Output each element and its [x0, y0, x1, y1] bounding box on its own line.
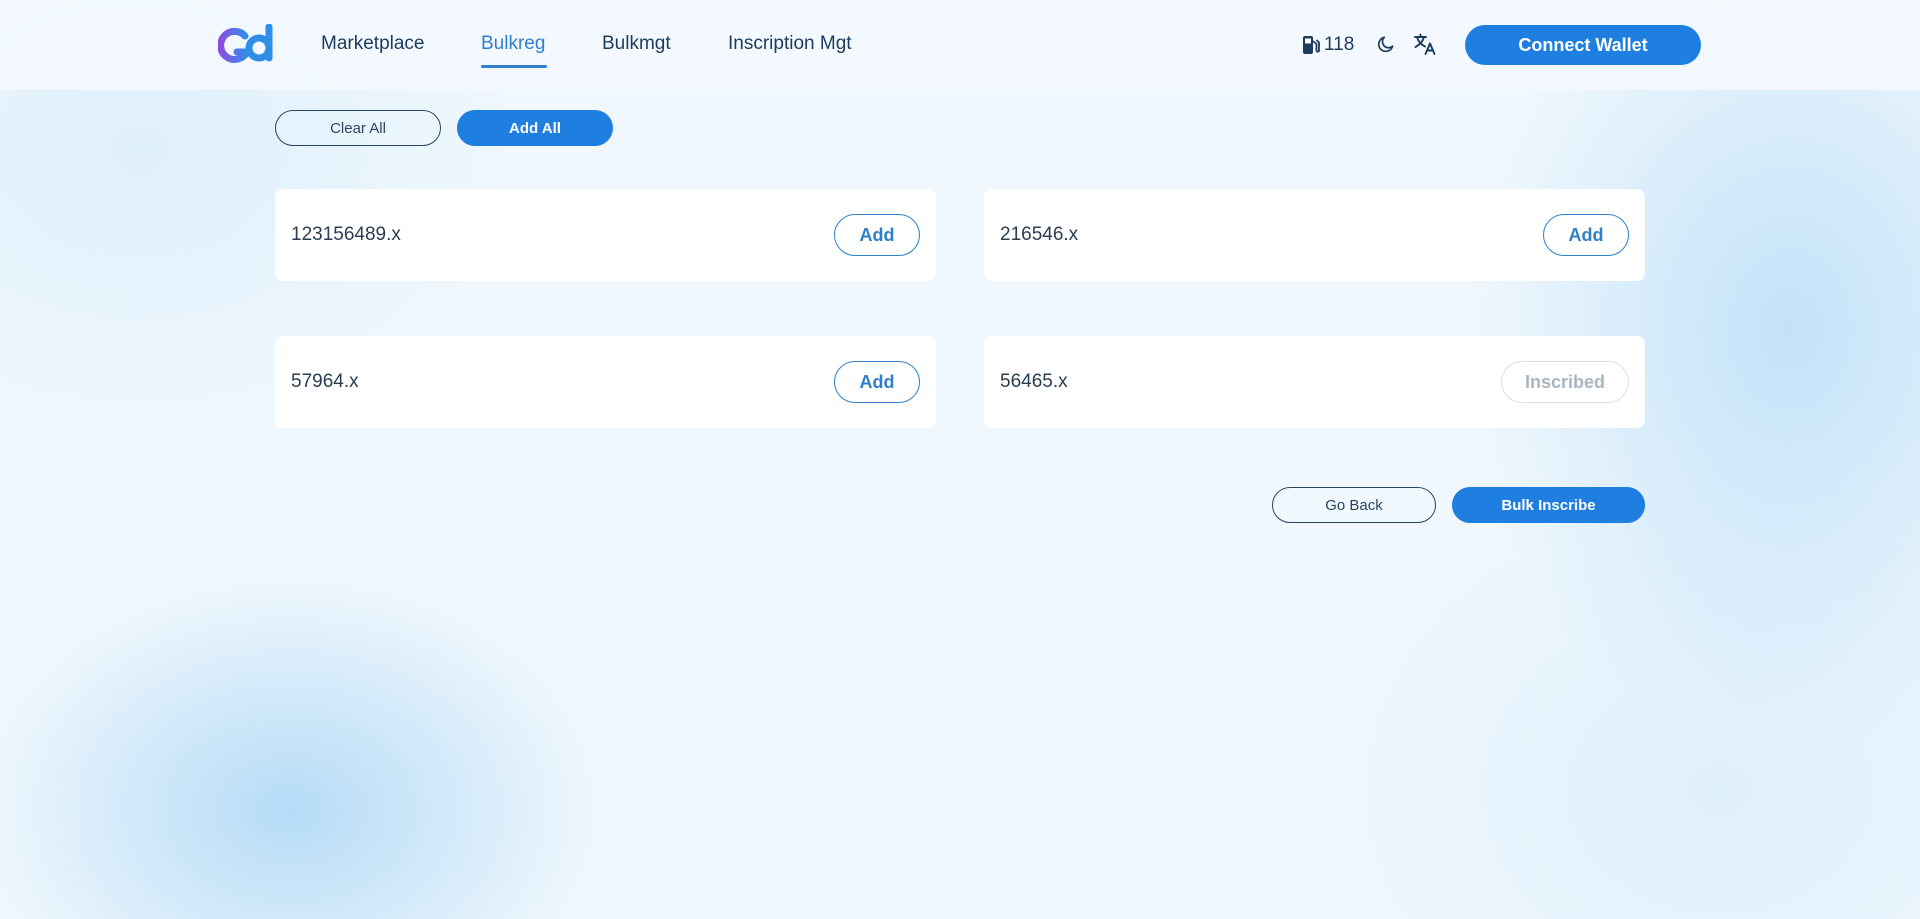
item-name: 56465.x — [1000, 371, 1068, 392]
top-header: Marketplace Bulkreg Bulkmgt Inscription … — [0, 0, 1920, 90]
gas-indicator: 118 — [1302, 32, 1354, 58]
item-name: 123156489.x — [291, 224, 401, 245]
list-item: 57964.x Add — [275, 336, 936, 428]
list-item: 56465.x Inscribed — [984, 336, 1645, 428]
theme-toggle[interactable] — [1374, 32, 1398, 56]
add-button[interactable]: Add — [834, 361, 920, 403]
gas-pump-icon — [1303, 36, 1320, 54]
item-name: 57964.x — [291, 371, 359, 392]
clear-all-button[interactable]: Clear All — [275, 110, 441, 146]
add-button[interactable]: Add — [834, 214, 920, 256]
inscribed-status-button: Inscribed — [1501, 361, 1629, 403]
language-toggle[interactable] — [1413, 32, 1437, 56]
add-button[interactable]: Add — [1543, 214, 1629, 256]
bulk-inscribe-button[interactable]: Bulk Inscribe — [1452, 487, 1645, 523]
gas-value: 118 — [1324, 34, 1355, 55]
translate-icon — [1414, 33, 1436, 55]
item-name: 216546.x — [1000, 224, 1079, 245]
nav-inscription-mgt[interactable]: Inscription Mgt — [728, 32, 852, 56]
nav-bulkreg[interactable]: Bulkreg — [481, 32, 545, 56]
nav-bulkmgt[interactable]: Bulkmgt — [602, 32, 671, 56]
add-all-button[interactable]: Add All — [457, 110, 613, 146]
list-item: 123156489.x Add — [275, 189, 936, 281]
list-item: 216546.x Add — [984, 189, 1645, 281]
nav-active-underline — [481, 65, 547, 68]
nav-marketplace[interactable]: Marketplace — [321, 32, 425, 56]
go-back-button[interactable]: Go Back — [1272, 487, 1436, 523]
moon-icon — [1377, 36, 1394, 53]
logo[interactable] — [218, 24, 278, 66]
connect-wallet-button[interactable]: Connect Wallet — [1465, 25, 1701, 65]
